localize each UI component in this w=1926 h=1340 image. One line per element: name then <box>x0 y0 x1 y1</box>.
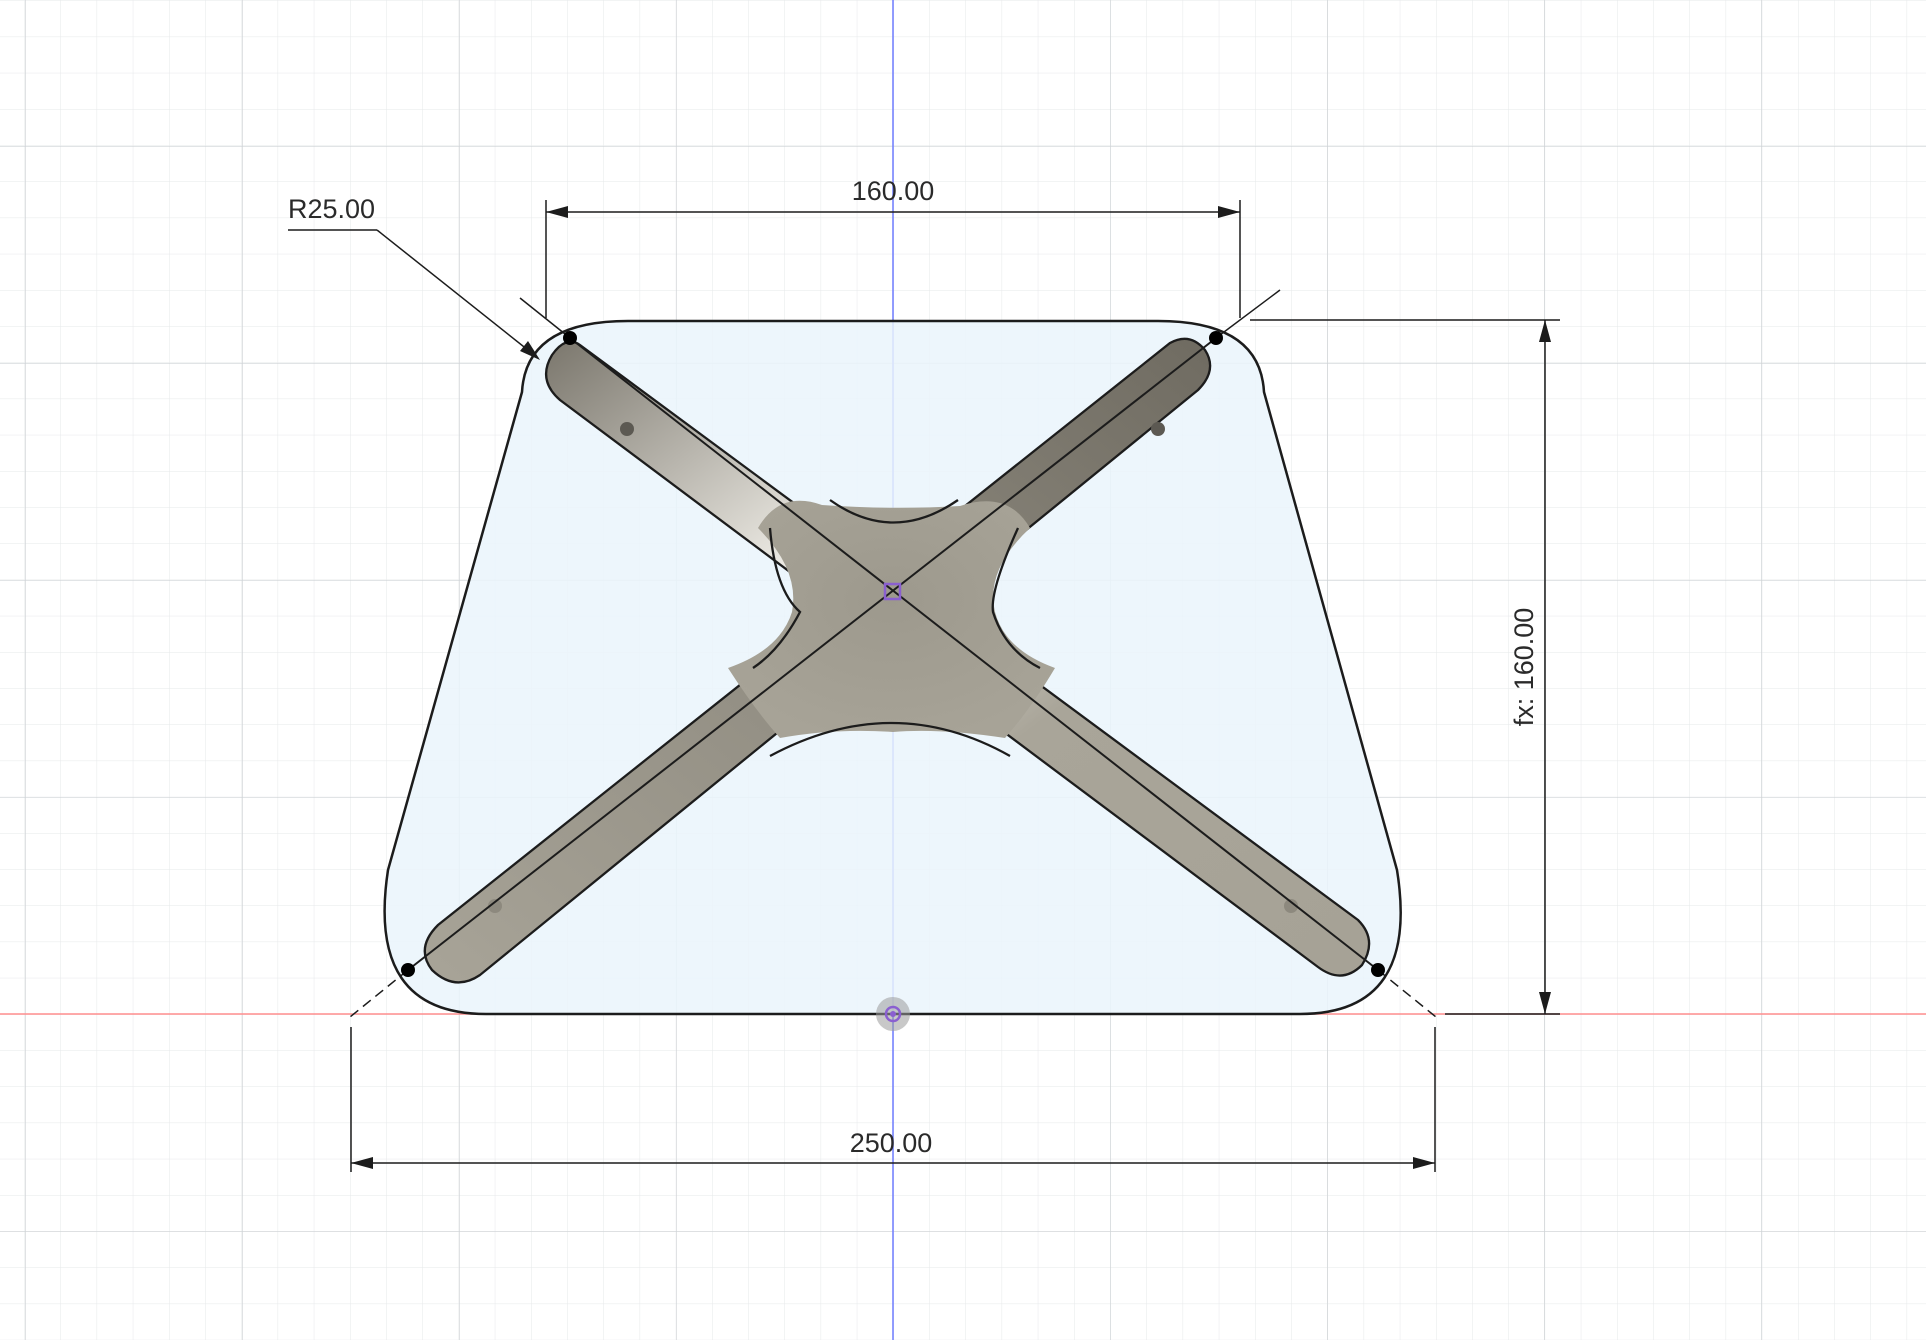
constraint-point[interactable] <box>401 963 415 977</box>
dimension-bottom-width-label: 250.00 <box>850 1128 933 1158</box>
constraint-point[interactable] <box>1371 963 1385 977</box>
bolt-hole <box>1151 422 1165 436</box>
constraint-point[interactable] <box>1209 331 1223 345</box>
dimension-top-width-label: 160.00 <box>852 176 935 206</box>
bolt-hole <box>620 422 634 436</box>
dimension-height-label: fx: 160.00 <box>1509 608 1539 727</box>
constraint-point[interactable] <box>563 331 577 345</box>
dimension-radius-label: R25.00 <box>288 194 375 224</box>
sketch-canvas[interactable]: 160.00 250.00 fx: 160.00 R25.00 <box>0 0 1926 1340</box>
origin-dot <box>890 1011 896 1017</box>
